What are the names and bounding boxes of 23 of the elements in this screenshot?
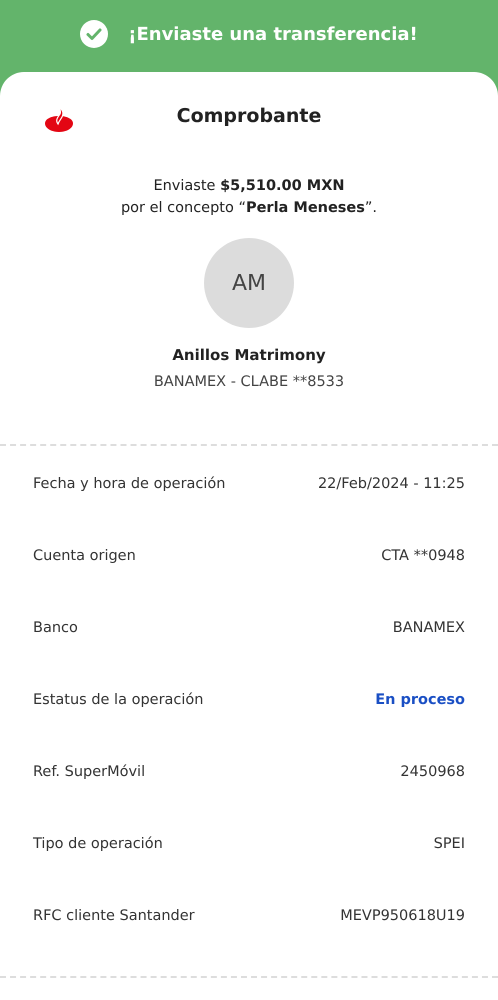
recipient-account: BANAMEX - CLABE **8533 — [154, 374, 344, 390]
flame-logo-icon — [44, 106, 74, 132]
detail-label: Banco — [33, 620, 78, 636]
detail-label: Cuenta origen — [33, 548, 136, 564]
detail-label: Tipo de operación — [33, 836, 163, 852]
receipt-title: Comprobante — [176, 105, 322, 129]
recipient-name: Anillos Matrimony — [172, 346, 326, 364]
detail-label: Fecha y hora de operación — [33, 476, 226, 492]
detail-value: 22/Feb/2024 - 11:25 — [318, 476, 465, 492]
detail-label: Estatus de la operación — [33, 692, 204, 708]
banner-title: ¡Enviaste una transferencia! — [128, 24, 418, 44]
recipient-avatar: AM — [204, 238, 294, 328]
transfer-message: Enviaste $5,510.00 MXN — [153, 178, 345, 194]
detail-value: 2450968 — [400, 764, 465, 780]
detail-value: En proceso — [375, 692, 465, 708]
detail-value: CTA **0948 — [381, 548, 465, 564]
detail-label: RFC cliente Santander — [33, 908, 195, 924]
detail-label: Ref. SuperMóvil — [33, 764, 146, 780]
transfer-message: por el concepto “Perla Meneses”. — [120, 200, 378, 216]
checkmark-icon — [80, 20, 108, 48]
detail-value: SPEI — [434, 836, 465, 852]
detail-value: BANAMEX — [392, 620, 465, 636]
detail-value: MEVP950618U19 — [340, 908, 465, 924]
